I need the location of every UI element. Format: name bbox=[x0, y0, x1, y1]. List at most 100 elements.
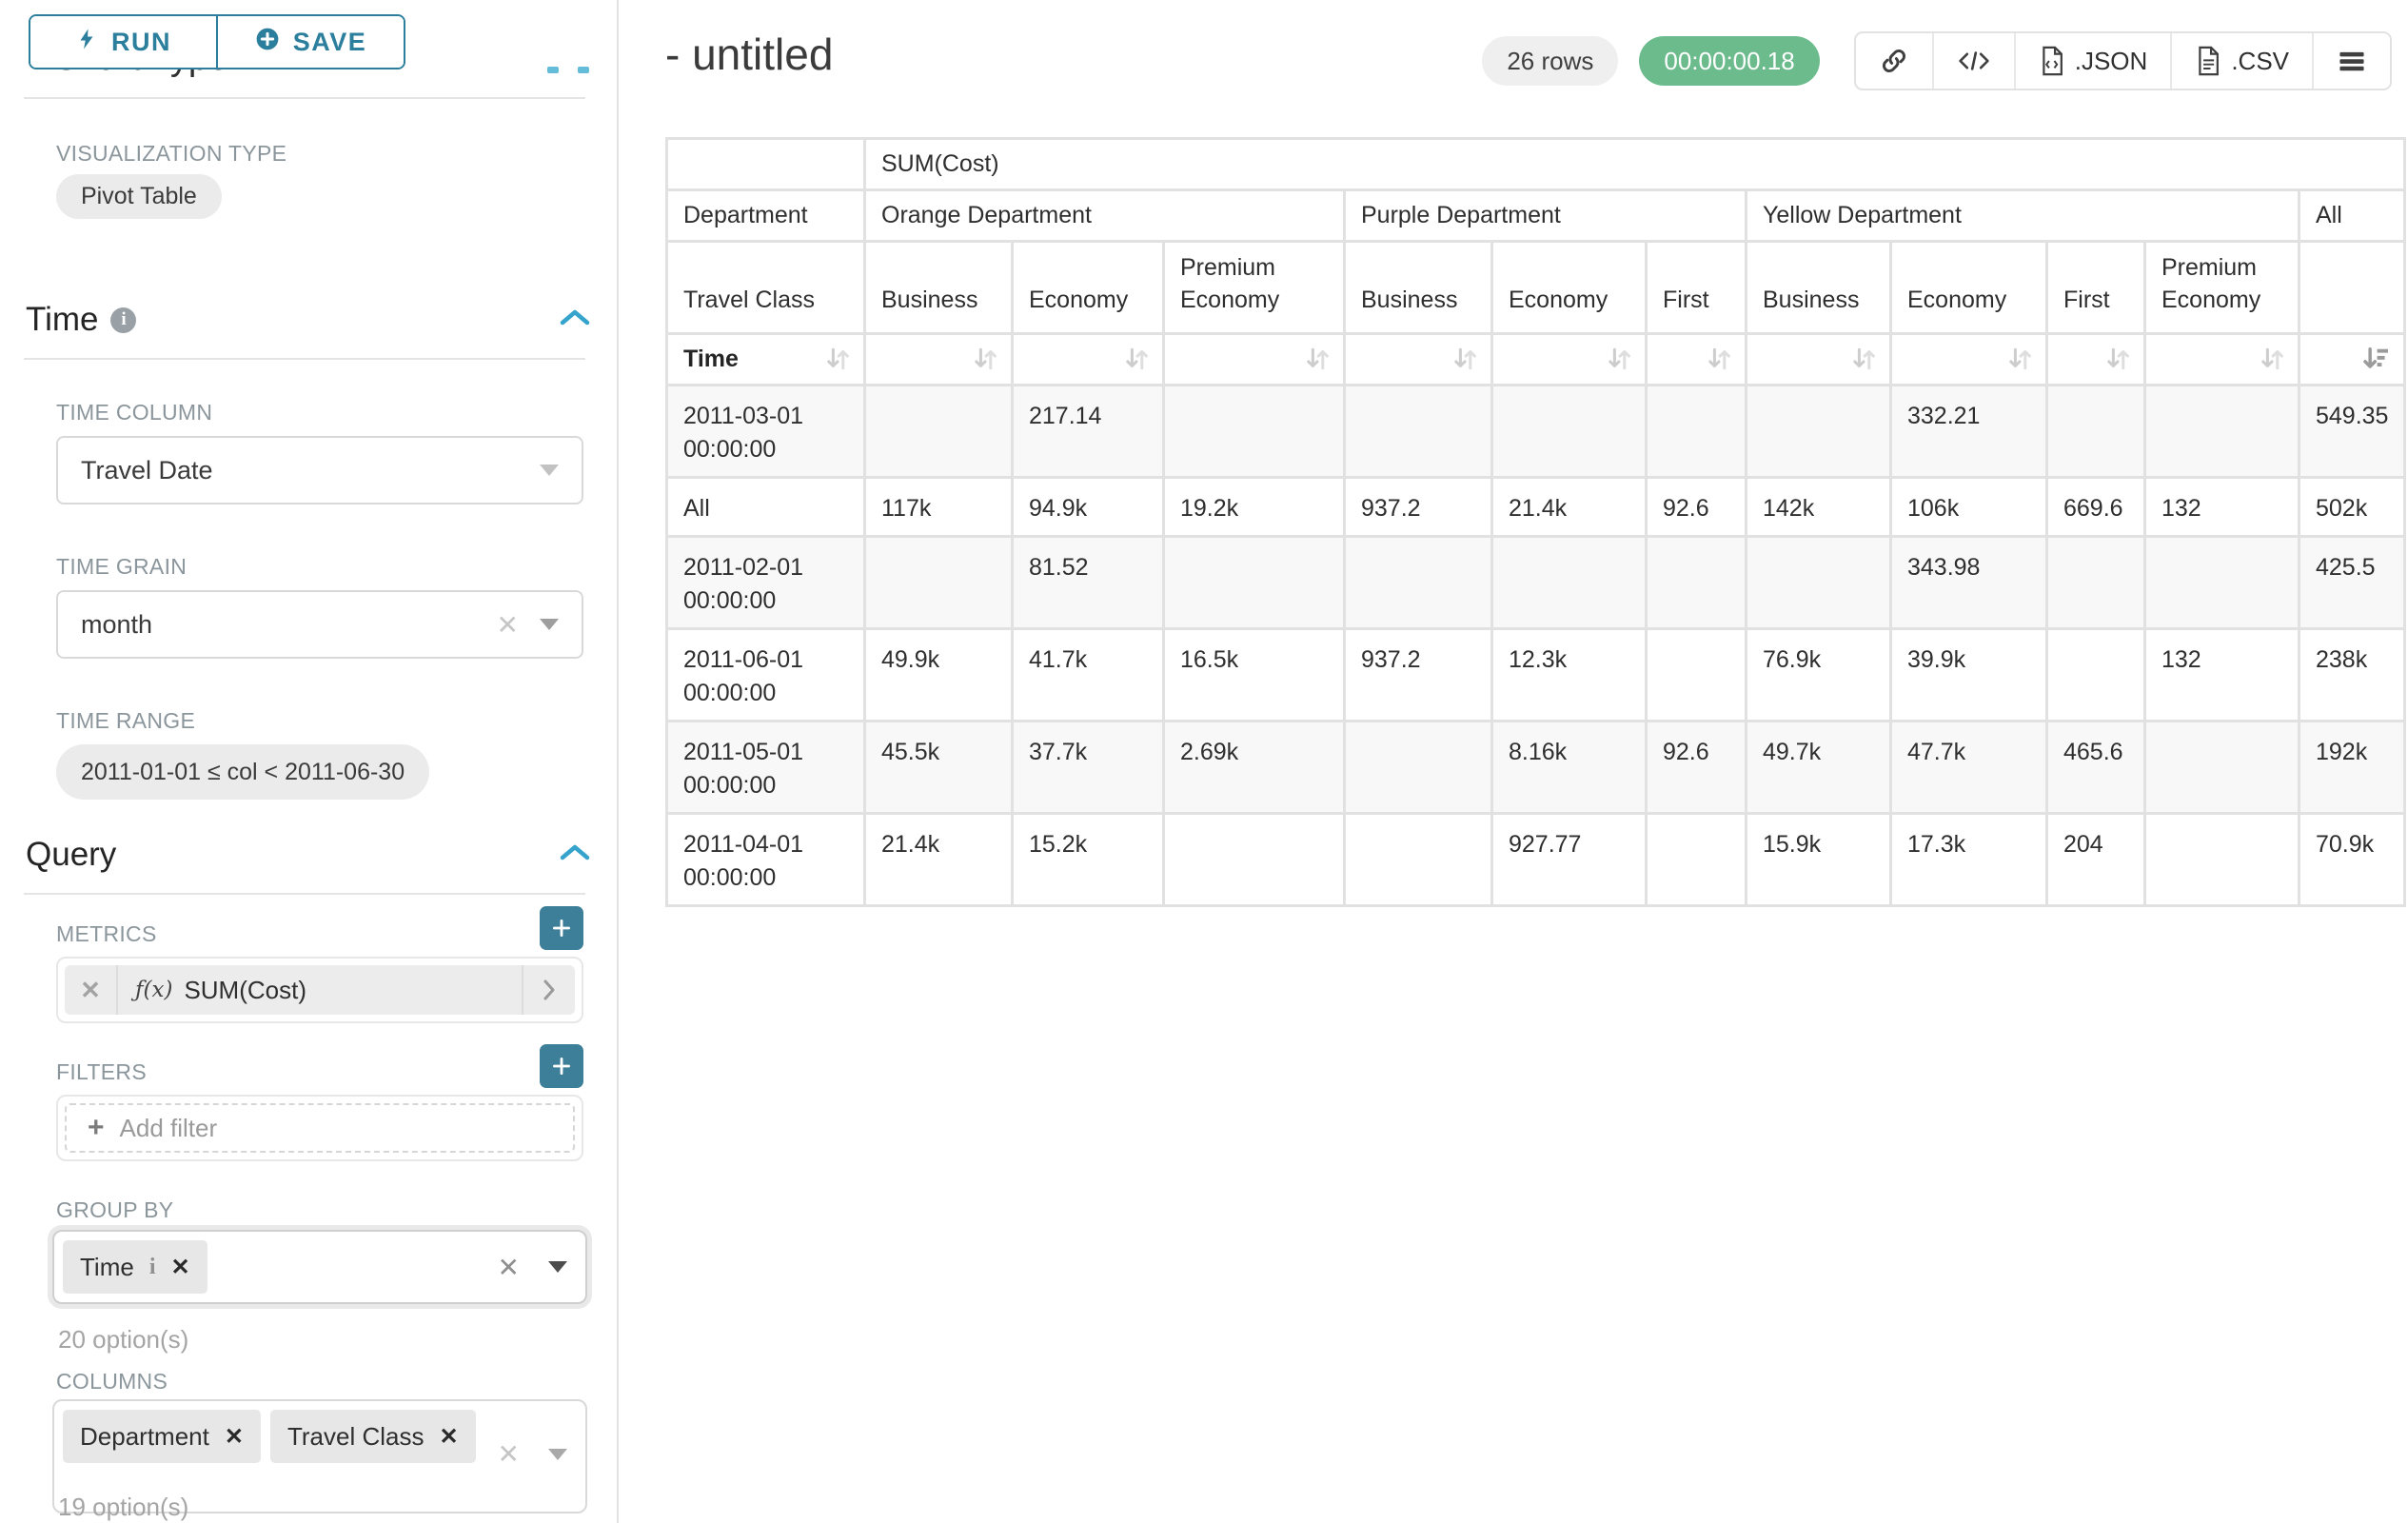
pivot-sort-header[interactable] bbox=[1165, 335, 1346, 386]
pivot-value-cell: 142k bbox=[1747, 479, 1892, 538]
run-button[interactable]: RUN bbox=[30, 16, 216, 68]
pivot-value-cell bbox=[2048, 386, 2146, 479]
columns-tag[interactable]: Department ✕ bbox=[63, 1410, 261, 1463]
time-grain-select[interactable]: month ✕ bbox=[56, 590, 583, 659]
group-by-select[interactable]: Time i ✕ ✕ bbox=[52, 1230, 587, 1304]
expand-metric-icon[interactable] bbox=[522, 965, 575, 1015]
save-button[interactable]: SAVE bbox=[216, 16, 404, 68]
add-metric-button[interactable] bbox=[540, 906, 583, 950]
pivot-dimension-label: Department bbox=[668, 191, 866, 243]
remove-metric-icon[interactable]: ✕ bbox=[65, 965, 118, 1015]
pivot-value-cell bbox=[1346, 386, 1493, 479]
sort-icon bbox=[2103, 345, 2132, 373]
chevron-up-icon[interactable] bbox=[559, 842, 591, 868]
pivot-value-cell: 549.35 bbox=[2300, 386, 2406, 479]
pivot-value-cell: 76.9k bbox=[1747, 630, 1892, 722]
pivot-value-cell bbox=[1747, 538, 1892, 630]
remove-tag-icon[interactable]: ✕ bbox=[439, 1423, 458, 1451]
pivot-sort-header[interactable] bbox=[2300, 335, 2406, 386]
pivot-value-cell: 47.7k bbox=[1892, 722, 2048, 815]
pivot-value-cell bbox=[1346, 538, 1493, 630]
sort-icon bbox=[1605, 345, 1633, 373]
pivot-row: 2011-05-0100:00:0045.5k37.7k2.69k8.16k92… bbox=[668, 722, 2406, 815]
pivot-row: 2011-02-0100:00:0081.52343.98425.5 bbox=[668, 538, 2406, 630]
pivot-value-cell: 21.4k bbox=[866, 815, 1014, 907]
chevron-up-icon[interactable] bbox=[559, 307, 591, 333]
chart-title[interactable]: - untitled bbox=[665, 29, 833, 80]
time-section-header[interactable]: Time i bbox=[26, 301, 591, 339]
pivot-sort-header[interactable] bbox=[2146, 335, 2300, 386]
columns-tag[interactable]: Travel Class ✕ bbox=[270, 1410, 476, 1463]
chart-header-actions: 26 rows 00:00:00.18 .JSON .CS bbox=[1482, 31, 2392, 90]
sort-icon bbox=[1849, 345, 1878, 373]
add-filter-dropzone[interactable]: + Add filter bbox=[65, 1103, 575, 1153]
pivot-value-cell: 21.4k bbox=[1493, 479, 1648, 538]
pivot-value-cell: 15.9k bbox=[1747, 815, 1892, 907]
pivot-sort-header[interactable] bbox=[1346, 335, 1493, 386]
pivot-value-cell: 117k bbox=[866, 479, 1014, 538]
clear-icon[interactable]: ✕ bbox=[498, 1438, 520, 1470]
pivot-value-cell bbox=[1165, 386, 1346, 479]
pivot-sort-header[interactable] bbox=[1747, 335, 1892, 386]
pivot-sort-header[interactable] bbox=[1892, 335, 2048, 386]
pivot-sort-header[interactable] bbox=[1014, 335, 1165, 386]
sort-icon bbox=[823, 345, 852, 373]
menu-button[interactable] bbox=[2312, 33, 2390, 89]
pivot-value-cell: 17.3k bbox=[1892, 815, 2048, 907]
pivot-value-cell: 669.6 bbox=[2048, 479, 2146, 538]
clear-icon[interactable]: ✕ bbox=[497, 609, 519, 641]
pivot-value-cell: 132 bbox=[2146, 630, 2300, 722]
time-grain-label: TIME GRAIN bbox=[56, 554, 187, 580]
caret-down-icon[interactable] bbox=[548, 1261, 567, 1273]
function-icon: ƒ(x) bbox=[135, 978, 172, 1002]
pivot-row-label: All bbox=[668, 479, 866, 538]
share-link-button[interactable] bbox=[1856, 33, 1932, 89]
group-by-tag[interactable]: Time i ✕ bbox=[63, 1240, 207, 1294]
time-column-select[interactable]: Travel Date bbox=[56, 436, 583, 504]
add-filter-button[interactable] bbox=[540, 1044, 583, 1088]
pivot-value-cell: 92.6 bbox=[1648, 479, 1747, 538]
pivot-value-cell: 70.9k bbox=[2300, 815, 2406, 907]
time-range-chip[interactable]: 2011-01-01 ≤ col < 2011-06-30 bbox=[56, 744, 429, 800]
query-section-header[interactable]: Query bbox=[26, 836, 591, 874]
pivot-class-header: First bbox=[2048, 243, 2146, 335]
pivot-value-cell bbox=[866, 538, 1014, 630]
metric-item[interactable]: ✕ ƒ(x) SUM(Cost) bbox=[65, 965, 575, 1015]
view-query-button[interactable] bbox=[1932, 33, 2014, 89]
pivot-sort-header[interactable] bbox=[1493, 335, 1648, 386]
pivot-class-header: Premium Economy bbox=[1165, 243, 1346, 335]
pivot-department-header: Purple Department bbox=[1346, 191, 1747, 243]
clear-icon[interactable]: ✕ bbox=[498, 1252, 520, 1283]
query-section-title: Query bbox=[26, 836, 116, 874]
link-icon bbox=[1879, 46, 1909, 76]
pivot-value-cell bbox=[2146, 538, 2300, 630]
info-icon: i bbox=[110, 307, 136, 333]
caret-down-icon[interactable] bbox=[548, 1449, 567, 1460]
pivot-value-cell: 15.2k bbox=[1014, 815, 1165, 907]
pivot-value-cell bbox=[866, 386, 1014, 479]
pivot-sort-header[interactable]: Time bbox=[668, 335, 866, 386]
pivot-dimension-label: Travel Class bbox=[668, 243, 866, 335]
pivot-class-header: Economy bbox=[1892, 243, 2048, 335]
sort-icon bbox=[1451, 345, 1479, 373]
pivot-value-cell bbox=[2146, 815, 2300, 907]
plus-circle-icon bbox=[255, 27, 280, 58]
remove-tag-icon[interactable]: ✕ bbox=[170, 1254, 189, 1281]
viz-type-chip[interactable]: Pivot Table bbox=[56, 174, 222, 219]
remove-tag-icon[interactable]: ✕ bbox=[225, 1423, 244, 1451]
pivot-row: All117k94.9k19.2k937.221.4k92.6142k106k6… bbox=[668, 479, 2406, 538]
pivot-sort-header[interactable] bbox=[866, 335, 1014, 386]
pivot-class-header: Business bbox=[866, 243, 1014, 335]
export-csv-button[interactable]: .CSV bbox=[2170, 33, 2312, 89]
export-json-button[interactable]: .JSON bbox=[2014, 33, 2171, 89]
pivot-value-cell: 49.9k bbox=[866, 630, 1014, 722]
hamburger-icon bbox=[2337, 48, 2367, 74]
pivot-sort-header[interactable] bbox=[2048, 335, 2146, 386]
pivot-value-cell bbox=[1648, 630, 1747, 722]
pivot-value-cell: 927.77 bbox=[1493, 815, 1648, 907]
viz-type-label: VISUALIZATION TYPE bbox=[56, 141, 286, 167]
pivot-sort-header[interactable] bbox=[1648, 335, 1747, 386]
pivot-class-header: Business bbox=[1346, 243, 1493, 335]
pivot-value-cell: 49.7k bbox=[1747, 722, 1892, 815]
pivot-value-cell bbox=[1648, 815, 1747, 907]
